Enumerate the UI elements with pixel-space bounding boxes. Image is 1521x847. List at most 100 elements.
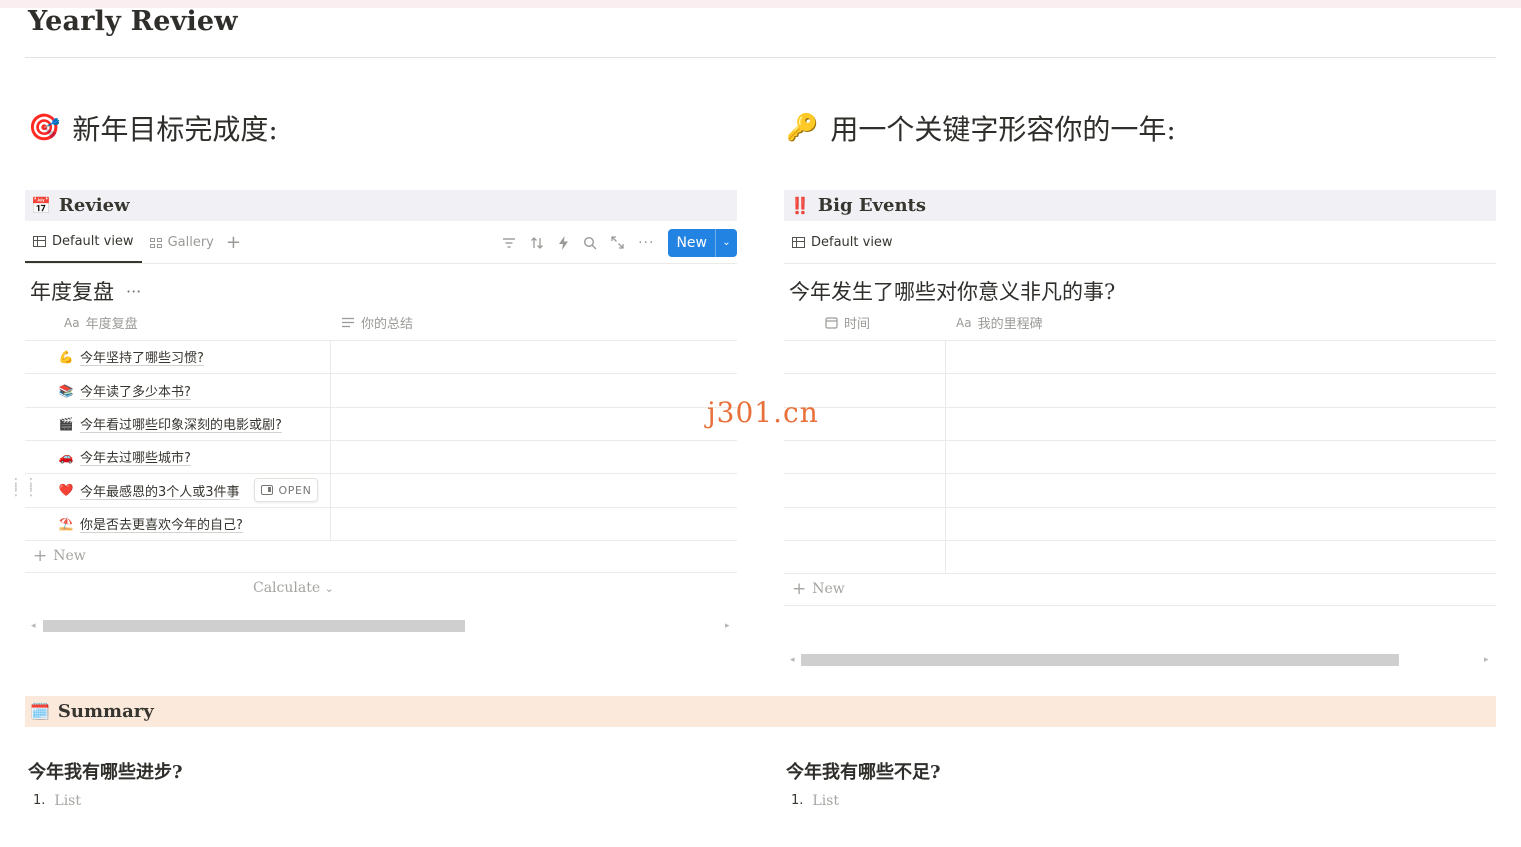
beach-umbrella-icon: ⛱️ — [58, 516, 74, 531]
table-icon — [33, 236, 46, 247]
column-label: 时间 — [844, 317, 871, 332]
filter-icon[interactable] — [502, 237, 516, 249]
tab-gallery[interactable]: Gallery — [142, 222, 222, 263]
expand-icon[interactable] — [611, 236, 624, 249]
car-icon: 🚗 — [58, 449, 74, 464]
row-title[interactable]: 今年最感恩的3个人或3件事 — [80, 481, 240, 500]
keyword-heading: 🔑 用一个关键字形容你的一年: — [786, 108, 1176, 148]
page-title: Yearly Review — [28, 6, 238, 37]
tab-default-view-label: Default view — [52, 234, 134, 249]
row-title[interactable]: 今年读了多少本书? — [80, 381, 191, 400]
column-label: 你的总结 — [361, 317, 414, 332]
add-row-label: New — [53, 548, 86, 564]
events-db-header[interactable]: ‼️ Big Events — [784, 190, 1496, 221]
table-row[interactable]: ❤️ 今年最感恩的3个人或3件事 OPEN — [25, 473, 737, 508]
open-button[interactable]: OPEN — [253, 478, 319, 502]
column-header-summary[interactable]: 你的总结 — [331, 305, 413, 340]
review-toolbar: ··· New ⌄ — [502, 222, 737, 263]
goal-heading-text: 新年目标完成度: — [72, 113, 278, 146]
scroll-right-icon[interactable]: ▸ — [725, 621, 730, 631]
add-row-button[interactable]: + New — [784, 573, 1496, 606]
clapper-icon: 🎬 — [58, 416, 74, 431]
table-more-icon[interactable]: ··· — [126, 282, 141, 301]
lines-icon — [342, 317, 354, 328]
row-title[interactable]: 今年去过哪些城市? — [80, 447, 191, 466]
list-item[interactable]: 1. List — [33, 793, 81, 809]
plus-icon: + — [792, 579, 807, 599]
events-scrollbar[interactable]: ◂ ▸ — [784, 653, 1496, 667]
add-row-button[interactable]: + New — [25, 540, 737, 573]
scrollbar-thumb[interactable] — [43, 620, 465, 632]
search-icon[interactable] — [583, 236, 597, 250]
new-button[interactable]: New ⌄ — [668, 228, 737, 257]
calendar-icon — [825, 317, 838, 329]
events-db-name: Big Events — [817, 195, 926, 216]
new-button-label: New — [676, 234, 707, 251]
events-view-bar: Default view — [784, 222, 1496, 264]
table-row[interactable] — [784, 440, 1496, 474]
watermark: j301.cn — [707, 396, 819, 429]
more-options-icon[interactable]: ··· — [638, 235, 654, 251]
column-header-title[interactable]: Aa 年度复盘 — [25, 305, 331, 340]
key-icon: 🔑 — [786, 113, 819, 143]
review-scrollbar[interactable]: ◂ ▸ — [25, 619, 737, 633]
table-row[interactable] — [784, 507, 1496, 541]
text-type-icon: Aa — [956, 315, 972, 330]
chevron-down-icon[interactable]: ⌄ — [715, 228, 737, 257]
keyword-heading-text: 用一个关键字形容你的一年: — [830, 113, 1176, 146]
row-title[interactable]: 今年坚持了哪些习惯? — [80, 347, 204, 366]
review-column-header: Aa 年度复盘 你的总结 — [25, 305, 737, 341]
target-icon: 🎯 — [28, 113, 61, 143]
table-row[interactable] — [784, 407, 1496, 441]
add-view-icon[interactable]: + — [222, 232, 245, 253]
scrollbar-thumb[interactable] — [801, 654, 1399, 666]
table-row[interactable] — [784, 540, 1496, 574]
list-placeholder[interactable]: List — [54, 793, 81, 809]
sort-icon[interactable] — [530, 236, 544, 250]
gallery-icon — [149, 237, 162, 248]
scroll-left-icon[interactable]: ◂ — [790, 655, 795, 665]
add-row-label: New — [812, 581, 845, 597]
column-header-date[interactable]: 时间 — [784, 305, 946, 340]
calculate-label: Calculate — [253, 580, 321, 596]
table-row[interactable] — [784, 473, 1496, 508]
list-number: 1. — [33, 793, 46, 808]
tab-default-view[interactable]: Default view — [784, 222, 901, 263]
summary-header: 🗓️ Summary — [25, 696, 1496, 727]
table-row[interactable] — [784, 374, 1496, 408]
scroll-right-icon[interactable]: ▸ — [1484, 655, 1489, 665]
calculate-button[interactable]: Calculate ⌄ — [253, 580, 334, 596]
events-column-header: 时间 Aa 我的里程碑 — [784, 305, 1496, 341]
plus-icon: + — [33, 546, 48, 566]
column-label: 年度复盘 — [85, 317, 138, 332]
table-row[interactable]: 📚 今年读了多少本书? — [25, 374, 737, 408]
table-row[interactable]: 💪 今年坚持了哪些习惯? — [25, 340, 737, 374]
list-placeholder[interactable]: List — [812, 793, 839, 809]
table-row[interactable]: 🎬 今年看过哪些印象深刻的电影或剧? — [25, 407, 737, 441]
list-item[interactable]: 1. List — [791, 793, 839, 809]
exclamation-icon: ‼️ — [790, 196, 810, 215]
column-label: 我的里程碑 — [977, 317, 1043, 332]
review-view-bar: Default view Gallery + ··· New ⌄ — [25, 222, 737, 264]
review-db-header[interactable]: 📅 Review — [25, 190, 737, 221]
table-row[interactable]: 🚗 今年去过哪些城市? — [25, 440, 737, 474]
row-title[interactable]: 你是否去更喜欢今年的自己? — [80, 514, 243, 533]
review-db-name: Review — [58, 195, 130, 216]
open-button-label: OPEN — [278, 483, 312, 497]
table-row[interactable] — [784, 340, 1496, 374]
list-number: 1. — [791, 793, 804, 808]
muscle-icon: 💪 — [58, 349, 74, 364]
automation-icon[interactable] — [558, 235, 569, 250]
review-table-title-text: 年度复盘 — [30, 280, 114, 304]
books-icon: 📚 — [58, 383, 74, 398]
column-header-milestone[interactable]: Aa 我的里程碑 — [946, 305, 1043, 340]
table-row[interactable]: ⛱️ 你是否去更喜欢今年的自己? — [25, 507, 737, 541]
tab-default-view[interactable]: Default view — [25, 222, 142, 263]
spiral-calendar-icon: 🗓️ — [30, 702, 50, 721]
events-table-title: 今年发生了哪些对你意义非凡的事? — [789, 276, 1115, 306]
row-title[interactable]: 今年看过哪些印象深刻的电影或剧? — [80, 414, 282, 433]
scroll-left-icon[interactable]: ◂ — [31, 621, 36, 631]
open-panel-icon — [260, 485, 273, 495]
goal-heading: 🎯 新年目标完成度: — [28, 108, 278, 148]
heart-icon: ❤️ — [58, 483, 74, 497]
